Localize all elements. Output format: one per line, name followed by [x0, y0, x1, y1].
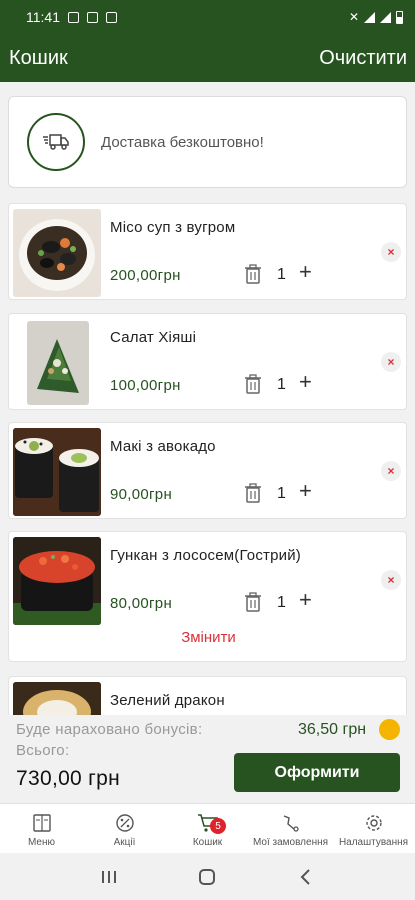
- trash-icon[interactable]: [245, 264, 261, 284]
- item-photo: [13, 319, 101, 407]
- order-summary: Буде нараховано бонусів: 36,50 грн Всьог…: [0, 715, 415, 803]
- delivery-truck-icon: [27, 113, 85, 171]
- item-photo: [13, 209, 101, 297]
- nav-label: Акції: [113, 837, 136, 848]
- recent-apps-button[interactable]: [94, 862, 124, 892]
- trash-icon[interactable]: [245, 374, 261, 394]
- item-photo: [13, 537, 101, 625]
- remove-item-button[interactable]: ×: [381, 352, 401, 372]
- nav-label: Налаштування: [338, 837, 409, 848]
- remove-item-button[interactable]: ×: [381, 242, 401, 262]
- cart-count-badge: 5: [210, 818, 226, 834]
- item-quantity: 1: [277, 266, 286, 283]
- battery-icon: [396, 10, 403, 24]
- item-name: Гункан з лососем(Гострий): [110, 547, 301, 564]
- nav-label: Кошик: [192, 837, 223, 848]
- bottom-nav: Меню Акції 5 Кошик Мої замовлення Налашт…: [0, 803, 415, 853]
- remove-item-button[interactable]: ×: [381, 570, 401, 590]
- delivery-text: Доставка безкоштовно!: [101, 133, 264, 151]
- nav-label: Меню: [27, 837, 56, 848]
- bonus-label: Буде нараховано бонусів:: [16, 721, 203, 738]
- app-notification-icon: [87, 11, 98, 23]
- bonus-coin-icon: [379, 719, 400, 740]
- item-price: 90,00грн: [110, 486, 173, 503]
- trash-icon[interactable]: [245, 483, 261, 503]
- item-quantity: 1: [277, 485, 286, 502]
- total-value: 730,00 грн: [16, 767, 121, 790]
- remove-item-button[interactable]: ×: [381, 461, 401, 481]
- clear-cart-button[interactable]: Очистити: [319, 47, 407, 70]
- nav-item-cart[interactable]: 5 Кошик: [166, 804, 249, 853]
- increase-quantity-button[interactable]: +: [299, 480, 312, 502]
- close-icon: ×: [387, 464, 395, 478]
- page-title: Кошик: [9, 46, 68, 69]
- orders-icon: [280, 812, 302, 834]
- nav-item-promotions[interactable]: Акції: [83, 804, 166, 853]
- nav-item-orders[interactable]: Мої замовлення: [249, 804, 332, 853]
- phone-notification-icon: [106, 11, 117, 23]
- signal-icon: [380, 11, 391, 23]
- item-price: 100,00грн: [110, 377, 181, 394]
- item-name: Салат Хіяші: [110, 329, 197, 346]
- mute-icon: ✕: [348, 10, 359, 24]
- nav-label: Мої замовлення: [252, 837, 329, 848]
- cart-item: Салат Хіяші 100,00грн 1 + ×: [8, 313, 407, 410]
- gear-icon: [363, 812, 385, 834]
- wifi-icon: [364, 11, 375, 23]
- delivery-banner: Доставка безкоштовно!: [8, 96, 407, 188]
- trash-icon[interactable]: [245, 592, 261, 612]
- increase-quantity-button[interactable]: +: [299, 261, 312, 283]
- app-bar: Кошик Очистити: [0, 34, 415, 82]
- close-icon: ×: [387, 245, 395, 259]
- nav-item-menu[interactable]: Меню: [0, 804, 83, 853]
- item-price: 200,00грн: [110, 267, 181, 284]
- cart-item: Макі з авокадо 90,00грн 1 + ×: [8, 422, 407, 519]
- menu-book-icon: [31, 812, 53, 834]
- item-price: 80,00грн: [110, 595, 173, 612]
- gallery-notification-icon: [68, 11, 79, 23]
- checkout-button[interactable]: Оформити: [234, 753, 400, 792]
- item-photo: [13, 428, 101, 516]
- cart-item: Місо суп з вугром 200,00грн 1 + ×: [8, 203, 407, 300]
- item-name: Зелений дракон: [110, 692, 225, 709]
- cart-item: Гункан з лососем(Гострий) 80,00грн 1 + ×…: [8, 531, 407, 662]
- item-quantity: 1: [277, 376, 286, 393]
- item-name: Місо суп з вугром: [110, 219, 236, 236]
- status-bar: 11:41 ✕: [0, 0, 415, 34]
- close-icon: ×: [387, 355, 395, 369]
- percent-icon: [114, 812, 136, 834]
- increase-quantity-button[interactable]: +: [299, 371, 312, 393]
- nav-item-settings[interactable]: Налаштування: [332, 804, 415, 853]
- item-quantity: 1: [277, 594, 286, 611]
- bonus-value: 36,50 грн: [298, 721, 367, 738]
- back-button[interactable]: [291, 862, 321, 892]
- system-nav-bar: [0, 853, 415, 900]
- status-time: 11:41: [26, 9, 60, 25]
- home-button[interactable]: [192, 862, 222, 892]
- increase-quantity-button[interactable]: +: [299, 589, 312, 611]
- change-item-link[interactable]: Змінити: [9, 629, 408, 646]
- total-label: Всього:: [16, 742, 70, 759]
- item-name: Макі з авокадо: [110, 438, 216, 455]
- close-icon: ×: [387, 573, 395, 587]
